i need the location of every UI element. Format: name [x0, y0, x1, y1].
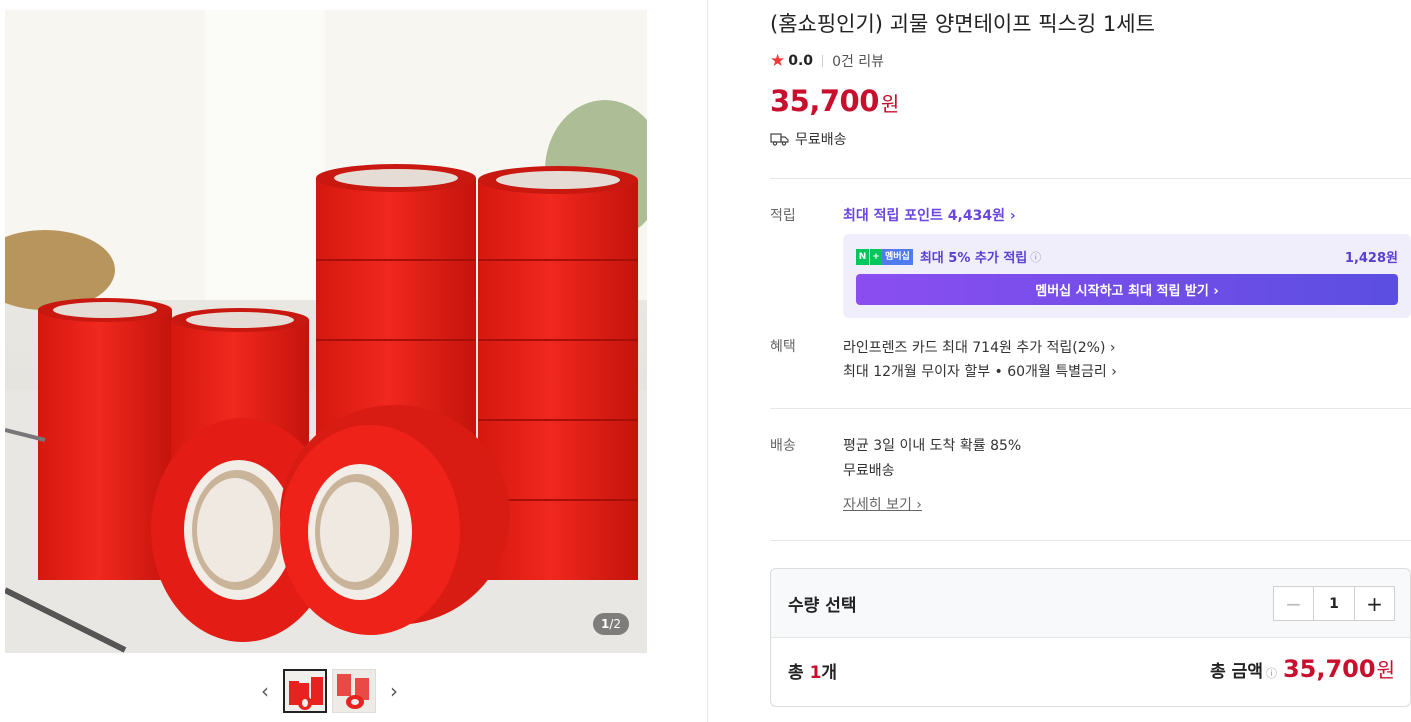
total-amount: 총 금액 ⓘ 35,700 원: [1210, 654, 1395, 683]
shipping-row: 무료배송: [770, 129, 847, 149]
price: 35,700 원: [770, 84, 899, 118]
review-count-link[interactable]: 0건 리뷰: [832, 51, 884, 71]
price-unit: 원: [880, 92, 900, 116]
prev-arrow-icon[interactable]: ‹: [252, 669, 278, 713]
membership-box: N + 멤버십 최대 5% 추가 적립 ⓘ 1,428원 멤버십 시작하고 최대 적…: [843, 234, 1411, 318]
star-icon: ★: [770, 51, 786, 71]
shipping-text: 무료배송: [795, 132, 847, 148]
naver-plus-badge: N + 멤버십: [856, 248, 913, 265]
product-title: (홈쇼핑인기) 괴물 양면테이프 픽스킹 1세트: [770, 12, 1155, 36]
card-benefit-link[interactable]: 라인프렌즈 카드 최대 714원 추가 적립(2%) ›: [843, 337, 1115, 357]
delivery-detail-link[interactable]: 자세히 보기 ›: [843, 494, 922, 514]
benefits-label: 혜택: [770, 339, 796, 355]
info-icon[interactable]: ⓘ: [1030, 249, 1041, 265]
next-arrow-icon[interactable]: ›: [381, 669, 407, 713]
quantity-box: 수량 선택 − 1 + 총 1개 총 금액 ⓘ 35,700 원: [770, 568, 1411, 707]
installment-link[interactable]: 최대 12개월 무이자 할부 • 60개월 특별금리 ›: [843, 361, 1117, 381]
rating-row: ★ 0.0 0건 리뷰: [770, 51, 884, 71]
quantity-header: 수량 선택 − 1 +: [771, 569, 1410, 638]
delivery-fee: 무료배송: [843, 463, 895, 479]
membership-row: N + 멤버십 최대 5% 추가 적립 ⓘ: [856, 247, 1041, 266]
membership-text: 최대 5% 추가 적립: [919, 251, 1028, 266]
truck-icon: [770, 133, 789, 146]
max-points-link[interactable]: 최대 적립 포인트 4,434원 ›: [843, 205, 1016, 225]
total-count: 총 1개: [788, 663, 838, 683]
gallery-panel: 1/2 ‹ ›: [0, 0, 708, 722]
total-amount-value: 35,700: [1282, 655, 1376, 683]
divider: [770, 540, 1411, 541]
quantity-title: 수량 선택: [788, 596, 857, 616]
quantity-stepper: − 1 +: [1273, 586, 1395, 621]
rating-score: 0.0: [788, 53, 814, 69]
delivery-label: 배송: [770, 438, 796, 454]
thumbnail-strip: ‹ ›: [252, 669, 407, 713]
info-icon[interactable]: ⓘ: [1266, 665, 1277, 681]
membership-amount: 1,428원: [1344, 251, 1398, 266]
divider: [770, 408, 1411, 409]
product-photo: [5, 10, 647, 653]
total-amount-label: 총 금액: [1210, 662, 1263, 682]
product-info-panel: (홈쇼핑인기) 괴물 양면테이프 픽스킹 1세트 ★ 0.0 0건 리뷰 35,…: [770, 0, 1411, 722]
quantity-input[interactable]: 1: [1314, 587, 1354, 620]
price-value: 35,700: [770, 84, 879, 118]
decrease-button[interactable]: −: [1274, 587, 1314, 620]
increase-button[interactable]: +: [1354, 587, 1394, 620]
membership-start-button[interactable]: 멤버십 시작하고 최대 적립 받기 ›: [856, 274, 1398, 305]
divider: [822, 55, 824, 67]
points-label: 적립: [770, 208, 796, 224]
thumbnail-1[interactable]: [283, 669, 327, 713]
delivery-estimate: 평균 3일 이내 도착 확률 85%: [843, 438, 1022, 454]
thumbnail-2[interactable]: [332, 669, 376, 713]
total-amount-unit: 원: [1376, 658, 1395, 682]
product-main-image[interactable]: 1/2: [5, 10, 647, 653]
image-counter: 1/2: [592, 613, 629, 635]
divider: [770, 178, 1411, 179]
